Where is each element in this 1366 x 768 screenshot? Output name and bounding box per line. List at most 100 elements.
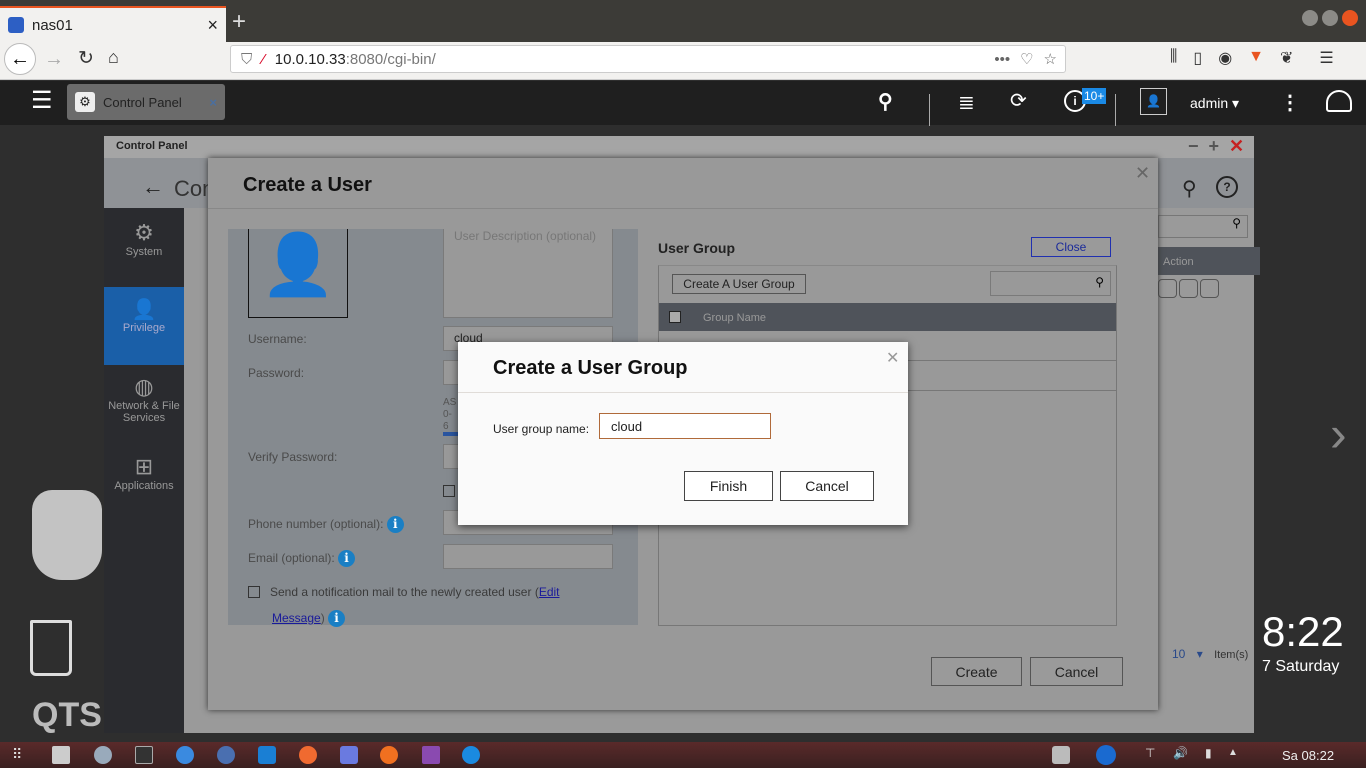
password-label: Password: bbox=[248, 366, 305, 380]
security-tray-icon[interactable] bbox=[1052, 746, 1070, 764]
video-editor-icon[interactable] bbox=[422, 746, 440, 764]
pocket-icon[interactable]: ♡ bbox=[1020, 50, 1033, 68]
library-icon[interactable]: ⫼ bbox=[1170, 48, 1177, 68]
sidebar-item-privilege[interactable]: 👤 Privilege bbox=[104, 287, 184, 365]
discord-icon[interactable] bbox=[340, 746, 358, 764]
group-name-input[interactable]: cloud bbox=[599, 413, 771, 439]
pagination: 10 ▾ Item(s) bbox=[1172, 647, 1249, 661]
back-button[interactable]: ← bbox=[4, 43, 36, 75]
next-page-arrow[interactable]: › bbox=[1330, 405, 1347, 463]
home-button[interactable]: ⌂ bbox=[108, 47, 119, 68]
more-icon[interactable]: ••• bbox=[994, 51, 1010, 68]
maximize-icon[interactable]: + bbox=[1209, 136, 1220, 157]
sidebar-icon[interactable]: ▯ bbox=[1193, 48, 1202, 68]
maximize-icon[interactable] bbox=[1322, 10, 1338, 26]
app-grid-icon[interactable]: ⠿ bbox=[12, 746, 22, 763]
terminal-icon[interactable] bbox=[135, 746, 153, 764]
action-column-header: Action bbox=[1158, 247, 1260, 275]
postman-icon[interactable] bbox=[299, 746, 317, 764]
finish-button[interactable]: Finish bbox=[684, 471, 773, 501]
chromium-icon[interactable] bbox=[176, 746, 194, 764]
taskbar-clock[interactable]: Sa 08:22 bbox=[1282, 748, 1334, 763]
select-all-checkbox[interactable] bbox=[669, 311, 681, 323]
divider bbox=[929, 94, 930, 126]
control-panel-taskbar-tab[interactable]: ⚙ Control Panel × bbox=[67, 84, 225, 120]
sidebar-item-network[interactable]: ◍ Network & File Services bbox=[104, 374, 184, 424]
close-group-button[interactable]: Close bbox=[1031, 237, 1111, 257]
close-icon[interactable]: ✕ bbox=[1229, 136, 1244, 157]
extension-icon[interactable]: ▼ bbox=[1248, 48, 1264, 68]
description-textarea[interactable]: User Description (optional) bbox=[443, 229, 613, 318]
search-icon[interactable]: ⚲ bbox=[878, 89, 893, 114]
external-device-icon[interactable]: ⟳ bbox=[1010, 88, 1027, 113]
info-icon[interactable]: i bbox=[386, 516, 404, 533]
qnap-favicon-icon bbox=[8, 17, 24, 33]
cp-search-icon[interactable]: ⚲ bbox=[1182, 176, 1197, 201]
vpn-icon[interactable] bbox=[94, 746, 112, 764]
edit-icon bbox=[1158, 279, 1177, 298]
files-icon[interactable] bbox=[52, 746, 70, 764]
qfinder-icon[interactable] bbox=[217, 746, 235, 764]
close-tab-icon[interactable]: × bbox=[207, 15, 218, 36]
skype-icon[interactable] bbox=[462, 746, 480, 764]
sidebar-item-system[interactable]: ⚙ System bbox=[104, 220, 184, 258]
message-link[interactable]: Message bbox=[272, 611, 321, 625]
help-icon[interactable]: ? bbox=[1216, 176, 1238, 198]
reload-button[interactable]: ↻ bbox=[78, 47, 94, 70]
sidebar-item-applications[interactable]: ⊞ Applications bbox=[104, 454, 184, 492]
forward-button[interactable]: → bbox=[44, 48, 64, 71]
volume-tray-icon[interactable]: 🔊 bbox=[1173, 746, 1188, 760]
gnome-icon[interactable]: ❦ bbox=[1280, 48, 1293, 68]
menu-icon[interactable]: ☰ bbox=[1319, 48, 1333, 68]
app-tab-label: Control Panel bbox=[103, 94, 182, 110]
back-arrow-icon[interactable]: ← bbox=[142, 174, 164, 200]
account-icon[interactable]: ◉ bbox=[1218, 48, 1232, 68]
user-avatar-icon[interactable]: 👤 bbox=[1140, 88, 1167, 115]
tray-expand-icon[interactable]: ▲ bbox=[1228, 747, 1238, 758]
page-size-select[interactable]: 10 bbox=[1172, 647, 1185, 661]
dialog-cancel-button[interactable]: Cancel bbox=[780, 471, 874, 501]
edit-message-link[interactable]: Edit bbox=[539, 585, 560, 599]
email-input[interactable] bbox=[443, 544, 613, 569]
firefox-icon[interactable] bbox=[380, 746, 398, 764]
bookmark-star-icon[interactable]: ☆ bbox=[1044, 50, 1057, 68]
show-password-checkbox[interactable] bbox=[443, 485, 455, 497]
minimize-icon[interactable] bbox=[1302, 10, 1318, 26]
background-tasks-icon[interactable]: ≣ bbox=[958, 90, 975, 115]
user-menu[interactable]: admin ▾ bbox=[1190, 95, 1239, 112]
minimize-icon[interactable]: − bbox=[1188, 136, 1199, 157]
cp-search-input[interactable]: ⚲ bbox=[1158, 215, 1248, 238]
vscode-icon[interactable] bbox=[258, 746, 276, 764]
new-tab-button[interactable]: + bbox=[232, 8, 246, 36]
more-options-icon[interactable]: ⋮ bbox=[1280, 90, 1300, 115]
recycle-bin-icon[interactable] bbox=[30, 620, 72, 676]
notification-badge: 10+ bbox=[1082, 88, 1107, 104]
battery-tray-icon[interactable]: ▮ bbox=[1205, 746, 1212, 760]
dialog-close-icon[interactable]: ✕ bbox=[886, 348, 899, 368]
cancel-button[interactable]: Cancel bbox=[1030, 657, 1123, 686]
modal-close-icon[interactable]: ✕ bbox=[1135, 163, 1150, 184]
cp-sidebar: ⚙ System 👤 Privilege ◍ Network & File Servi… bbox=[104, 208, 184, 733]
qboost-robot-icon[interactable] bbox=[32, 490, 102, 580]
group-search-input[interactable]: ⚲ bbox=[990, 271, 1111, 296]
url-bar[interactable]: ⛉ ⁄ 10.0.10.33:8080/cgi-bin/ ••• ♡ ☆ bbox=[230, 45, 1066, 73]
tab-title: nas01 bbox=[32, 16, 73, 34]
hp-tray-icon[interactable] bbox=[1096, 745, 1116, 765]
qts-logo: QTS bbox=[32, 696, 102, 734]
url-host: 10.0.10.33 bbox=[274, 50, 346, 68]
browser-tab[interactable]: nas01 × bbox=[0, 6, 226, 42]
info-icon[interactable]: i bbox=[328, 610, 346, 627]
dashboard-icon[interactable] bbox=[1326, 90, 1352, 112]
info-icon[interactable]: i bbox=[338, 550, 356, 567]
avatar-placeholder[interactable]: 👤 bbox=[248, 229, 348, 318]
close-app-icon[interactable]: × bbox=[209, 95, 217, 110]
notify-checkbox[interactable] bbox=[248, 586, 260, 598]
create-user-group-button[interactable]: Create A User Group bbox=[672, 274, 806, 294]
email-label: Email (optional): i bbox=[248, 550, 356, 567]
row-action-icons[interactable] bbox=[1158, 279, 1219, 298]
close-window-icon[interactable] bbox=[1342, 10, 1358, 26]
main-menu-icon[interactable]: ☰ bbox=[31, 86, 53, 115]
globe-icon: ◍ bbox=[134, 374, 154, 399]
network-tray-icon[interactable]: ⊤ bbox=[1145, 746, 1155, 760]
create-button[interactable]: Create bbox=[931, 657, 1022, 686]
